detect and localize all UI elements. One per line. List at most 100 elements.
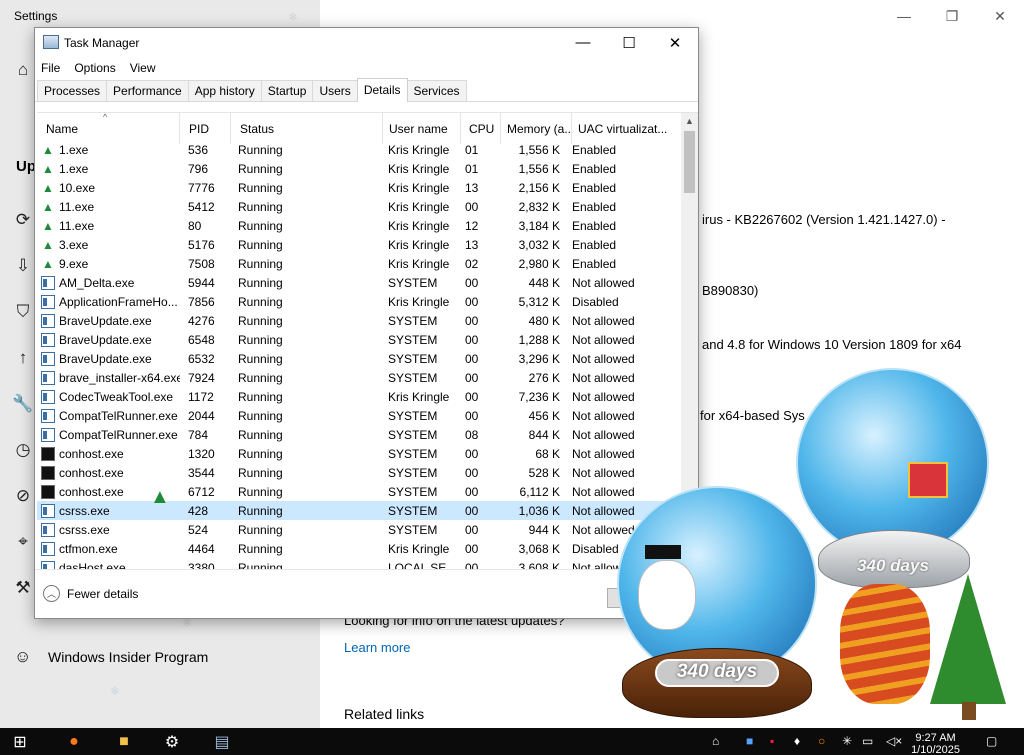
cell-memory: 276 K bbox=[528, 370, 560, 385]
tray-tree-icon[interactable]: ⌂ bbox=[712, 734, 719, 748]
developer-icon[interactable]: ⚒ bbox=[10, 578, 36, 624]
tab-performance[interactable]: Performance bbox=[106, 80, 189, 101]
application-icon bbox=[41, 351, 55, 366]
table-row[interactable]: AM_Delta.exe 5944 Running SYSTEM 00 448 K Not … bbox=[37, 273, 682, 292]
table-row[interactable]: ▲ 11.exe 5412 Running Kris Kringle 00 2,832 K E… bbox=[37, 197, 682, 216]
tray-display-icon[interactable]: ▭ bbox=[862, 734, 873, 748]
scrollbar-thumb[interactable] bbox=[684, 131, 695, 193]
table-row[interactable]: ApplicationFrameHo... 7856 Running Kris Kri… bbox=[37, 292, 682, 311]
cell-pid: 536 bbox=[188, 142, 209, 157]
tray-blue-icon[interactable]: ■ bbox=[746, 734, 753, 748]
insider-icon: ☺ bbox=[14, 647, 32, 666]
cell-user-name: SYSTEM bbox=[388, 522, 438, 537]
notification-icon[interactable]: ▢ bbox=[986, 734, 997, 748]
table-row[interactable]: BraveUpdate.exe 4276 Running SYSTEM 00 480 K N… bbox=[37, 311, 682, 330]
cell-memory: 6,112 K bbox=[519, 484, 560, 499]
cell-pid: 6712 bbox=[188, 484, 215, 499]
cell-cpu: 00 bbox=[465, 484, 479, 499]
tab-processes[interactable]: Processes bbox=[37, 80, 108, 101]
fewer-details-button[interactable]: ︿ Fewer details bbox=[43, 585, 138, 602]
activation-icon[interactable]: ⊘ bbox=[10, 486, 36, 532]
learn-more-link[interactable]: Learn more bbox=[344, 640, 410, 655]
table-row[interactable]: csrss.exe 428 Running SYSTEM 00 1,036 K Not al… bbox=[37, 501, 682, 520]
application-icon bbox=[41, 503, 55, 518]
tab-services[interactable]: Services bbox=[406, 80, 467, 101]
firefox-icon[interactable]: ● bbox=[60, 731, 88, 753]
task-manager-taskbar-icon[interactable]: ▤ bbox=[208, 731, 236, 753]
close-icon[interactable]: ✕ bbox=[976, 0, 1024, 32]
table-row[interactable]: ctfmon.exe 4464 Running Kris Kringle 00 3,068… bbox=[37, 539, 682, 558]
troubleshoot-icon[interactable]: 🔧 bbox=[10, 394, 36, 440]
settings-gear-icon[interactable]: ⚙ bbox=[158, 731, 186, 753]
cell-uac: Not allowed bbox=[572, 484, 635, 499]
start-button[interactable]: ⊞ bbox=[6, 731, 34, 753]
shield-icon[interactable]: ⛉ bbox=[10, 302, 36, 348]
process-name: BraveUpdate.exe bbox=[59, 313, 152, 328]
table-row[interactable]: ▲ 3.exe 5176 Running Kris Kringle 13 3,032 K En… bbox=[37, 235, 682, 254]
cell-memory: 1,556 K bbox=[518, 142, 560, 157]
tray-drop-icon[interactable]: ♦ bbox=[794, 734, 800, 748]
menu-options[interactable]: Options bbox=[74, 61, 115, 75]
backup-icon[interactable]: ↑ bbox=[10, 348, 36, 394]
minimize-icon[interactable]: — bbox=[880, 0, 928, 32]
minimize-button[interactable]: — bbox=[560, 28, 606, 57]
table-row[interactable]: CodecTweakTool.exe 1172 Running Kris Kringl… bbox=[37, 387, 682, 406]
process-name: conhost.exe bbox=[59, 484, 124, 499]
table-row[interactable]: conhost.exe 1320 Running SYSTEM 00 68 K Not al… bbox=[37, 444, 682, 463]
table-row[interactable]: ▲ 1.exe 796 Running Kris Kringle 01 1,556 K Ena… bbox=[37, 159, 682, 178]
cell-pid: 4464 bbox=[188, 541, 215, 556]
cell-uac: Not allowed bbox=[572, 465, 635, 480]
maximize-button[interactable]: ☐ bbox=[606, 28, 652, 57]
table-row[interactable]: ▲ 9.exe 7508 Running Kris Kringle 02 2,980 K En… bbox=[37, 254, 682, 273]
tab-startup[interactable]: Startup bbox=[260, 80, 314, 101]
snowman-icon bbox=[638, 560, 696, 630]
gift-icon bbox=[908, 462, 948, 498]
cell-name: csrss.exe bbox=[37, 522, 180, 537]
table-row[interactable]: ▲ 1.exe 536 Running Kris Kringle 01 1,556 K Ena… bbox=[37, 140, 682, 159]
volume-icon[interactable]: ◁× bbox=[886, 734, 902, 748]
restore-icon[interactable]: ❐ bbox=[928, 0, 976, 32]
tiny-tree-icon: ▲ bbox=[150, 486, 170, 508]
table-row[interactable]: ▲ 10.exe 7776 Running Kris Kringle 13 2,156 K E… bbox=[37, 178, 682, 197]
table-row[interactable]: ▲ 11.exe 80 Running Kris Kringle 12 3,184 K Ena… bbox=[37, 216, 682, 235]
file-explorer-icon[interactable]: ■ bbox=[110, 731, 138, 753]
cell-cpu: 12 bbox=[465, 218, 479, 233]
tree-process-icon: ▲ bbox=[42, 199, 54, 214]
menu-file[interactable]: File bbox=[41, 61, 60, 75]
scroll-up-icon[interactable]: ▲ bbox=[685, 116, 694, 126]
tray-search-icon[interactable]: ○ bbox=[818, 734, 825, 748]
tray-red-icon[interactable]: ▪ bbox=[770, 734, 774, 748]
cell-status: Running bbox=[238, 294, 283, 309]
sync-icon[interactable]: ⟳ bbox=[10, 210, 36, 256]
process-name: csrss.exe bbox=[59, 522, 110, 537]
table-row[interactable]: CompatTelRunner.exe 784 Running SYSTEM 08 844… bbox=[37, 425, 682, 444]
process-name: CompatTelRunner.exe bbox=[59, 408, 178, 423]
cell-user-name: SYSTEM bbox=[388, 313, 438, 328]
tab-details[interactable]: Details bbox=[356, 78, 408, 102]
close-button[interactable]: ✕ bbox=[652, 28, 698, 57]
tray-network-icon[interactable]: ✳ bbox=[842, 734, 852, 748]
table-row[interactable]: conhost.exe 3544 Running SYSTEM 00 528 K Not a… bbox=[37, 463, 682, 482]
tab-users[interactable]: Users bbox=[312, 80, 358, 101]
table-row[interactable]: conhost.exe 6712 Running SYSTEM 00 6,112 K Not… bbox=[37, 482, 682, 501]
menu-view[interactable]: View bbox=[130, 61, 156, 75]
cell-cpu: 00 bbox=[465, 370, 479, 385]
tab-app-history[interactable]: App history bbox=[187, 80, 262, 101]
cell-memory: 1,556 K bbox=[518, 161, 560, 176]
update-line-2: B890830) bbox=[702, 283, 759, 298]
task-manager-titlebar[interactable]: Task Manager — ☐ ✕ bbox=[35, 28, 698, 57]
find-device-icon[interactable]: ⌖ bbox=[10, 532, 36, 578]
cell-cpu: 00 bbox=[465, 199, 479, 214]
table-row[interactable]: brave_installer-x64.exe 7924 Running SYSTEM… bbox=[37, 368, 682, 387]
table-row[interactable]: CompatTelRunner.exe 2044 Running SYSTEM 00 45… bbox=[37, 406, 682, 425]
table-row[interactable]: BraveUpdate.exe 6532 Running SYSTEM 00 3,296 … bbox=[37, 349, 682, 368]
table-row[interactable]: csrss.exe 524 Running SYSTEM 00 944 K Not allo… bbox=[37, 520, 682, 539]
recovery-icon[interactable]: ◷ bbox=[10, 440, 36, 486]
system-clock[interactable]: 9:27 AM 1/10/2025 bbox=[911, 732, 960, 755]
delivery-icon[interactable]: ⇩ bbox=[10, 256, 36, 302]
settings-nav-icons: ⌂ ⟳ ⇩ ⛉ ↑ 🔧 ◷ ⊘ ⌖ ⚒ bbox=[10, 60, 36, 624]
table-row[interactable]: BraveUpdate.exe 6548 Running SYSTEM 00 1,288 … bbox=[37, 330, 682, 349]
sidebar-item-insider[interactable]: ☺ Windows Insider Program bbox=[14, 647, 208, 667]
home-icon[interactable]: ⌂ bbox=[10, 60, 36, 106]
cell-status: Running bbox=[238, 275, 283, 290]
